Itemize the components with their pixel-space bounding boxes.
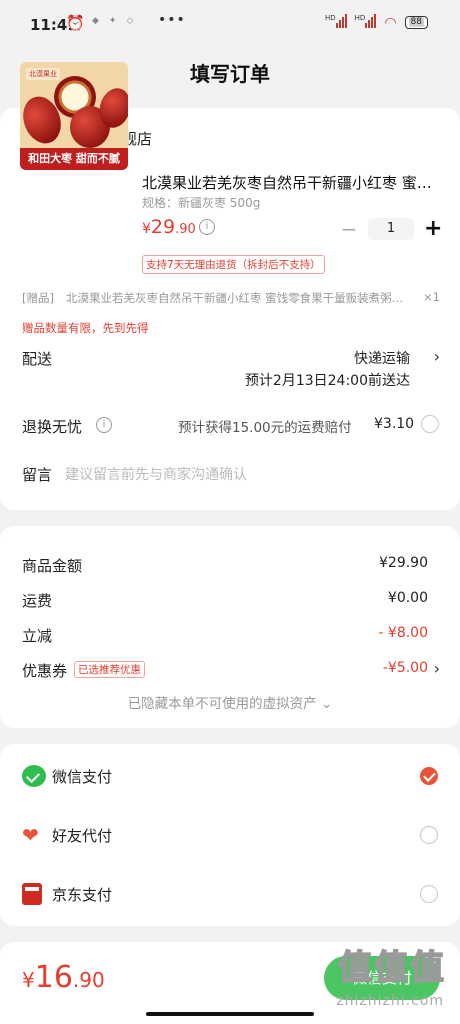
coupon-chevron-icon[interactable]: › <box>434 659 440 678</box>
return-insurance-label: 退换无忧 <box>22 418 83 436</box>
friend-pay-radio[interactable] <box>420 826 438 844</box>
payment-option-jd[interactable]: 京东支付 <box>22 883 440 913</box>
payment-option-friend[interactable]: ❤ 好友代付 <box>22 824 440 854</box>
signal-icon: HD <box>325 14 347 31</box>
hidden-assets-toggle[interactable]: 已隐藏本单不可使用的虚拟资产 ⌄ <box>0 692 460 712</box>
friend-pay-icon: ❤ <box>22 823 39 847</box>
return-insurance-text: 预计获得15.00元的运费赔付 <box>178 420 352 436</box>
status-bar: 11:41 ⏰ ◆✦◇ ••• HD HD ◠ 88 <box>0 0 460 48</box>
watermark-url: zhizhizhi.com <box>336 993 444 1009</box>
thumbnail-banner: 和田大枣 甜而不腻 <box>20 148 128 170</box>
total-integer: 16 <box>34 960 73 995</box>
discount-row: 立减 - ¥8.00 <box>22 625 428 646</box>
discount-label: 立减 <box>22 627 53 645</box>
return-insurance-radio[interactable] <box>421 415 439 433</box>
quantity-input[interactable]: 1 <box>368 217 414 240</box>
wifi-icon: ◠ <box>384 14 397 31</box>
price-decimal: .90 <box>175 222 196 237</box>
wechat-pay-radio[interactable] <box>420 767 438 785</box>
status-right: HD HD ◠ 88 <box>325 14 428 31</box>
payment-label: 好友代付 <box>52 827 113 845</box>
goods-amount-value: ¥29.90 <box>379 555 428 571</box>
price-integer: 29 <box>150 216 176 238</box>
payment-label: 微信支付 <box>52 768 113 786</box>
decrease-button[interactable]: − <box>340 217 358 241</box>
jd-pay-icon <box>22 883 42 905</box>
chevron-right-icon[interactable]: › <box>434 347 440 366</box>
gift-notice: 赠品数量有限，先到先得 <box>22 321 149 335</box>
goods-amount-row: 商品金额 ¥29.90 <box>22 555 428 576</box>
home-indicator[interactable] <box>146 1012 314 1016</box>
brand-logo: 北漠果业 <box>26 68 60 80</box>
return-insurance-price: ¥3.10 <box>374 416 415 432</box>
signal-icon-2: HD <box>355 14 377 31</box>
payment-label: 京东支付 <box>52 886 113 904</box>
coupon-label: 优惠券 <box>22 662 68 680</box>
total-symbol: ¥ <box>22 968 35 992</box>
gift-quantity: ×1 <box>423 290 440 304</box>
message-input[interactable]: 建议留言前先与商家沟通确认 <box>65 464 247 484</box>
price-symbol: ¥ <box>142 221 151 237</box>
shipping-label: 运费 <box>22 592 53 610</box>
coupon-value: -¥5.00 <box>382 660 428 676</box>
coupon-tag: 已选推荐优惠 <box>74 661 145 678</box>
wechat-pay-icon <box>22 765 46 787</box>
battery-icon: 88 <box>404 16 428 29</box>
shipping-value: ¥0.00 <box>387 590 428 606</box>
message-label: 留言 <box>22 466 53 484</box>
shipping-row: 运费 ¥0.00 <box>22 590 428 611</box>
discount-value: - ¥8.00 <box>378 625 428 641</box>
product-price: ¥29.90 <box>142 216 196 238</box>
watermark: 值值值 <box>337 947 446 989</box>
alarm-icon: ⏰ <box>66 14 85 32</box>
coupon-row[interactable]: 优惠券 已选推荐优惠 -¥5.00 <box>22 660 428 681</box>
total-amount: ¥16.90 <box>22 960 105 995</box>
increase-button[interactable]: + <box>424 216 442 241</box>
delivery-eta: 预计2月13日24:00前送达 <box>244 373 410 389</box>
notification-icons: ◆✦◇ <box>92 16 144 26</box>
product-spec[interactable]: 规格：新疆灰枣 500g <box>142 194 260 211</box>
jd-pay-radio[interactable] <box>420 885 438 903</box>
price-info-icon[interactable]: i <box>199 219 215 235</box>
payment-option-wechat[interactable]: 微信支付 <box>22 765 440 795</box>
return-info-icon[interactable]: i <box>96 417 112 433</box>
product-thumbnail[interactable]: 北漠果业 和田大枣 甜而不腻 <box>20 62 128 170</box>
refund-policy-tag: 支持7天无理由退货（拆封后不支持） <box>142 255 325 274</box>
more-notifications-icon: ••• <box>158 12 186 28</box>
quantity-stepper: − 1 + <box>340 216 443 241</box>
total-decimal: .90 <box>72 968 105 992</box>
gift-tag: [赠品] <box>22 291 54 305</box>
delivery-label: 配送 <box>22 350 53 368</box>
goods-amount-label: 商品金额 <box>22 557 83 575</box>
delivery-method[interactable]: 快递运输 <box>354 348 410 368</box>
gift-title: 北漠果业若羌灰枣自然吊干新疆小红枣 蜜饯零食果干量贩装煮粥… <box>66 291 404 305</box>
product-title[interactable]: 北漠果业若羌灰枣自然吊干新疆小红枣 蜜… <box>142 172 442 193</box>
